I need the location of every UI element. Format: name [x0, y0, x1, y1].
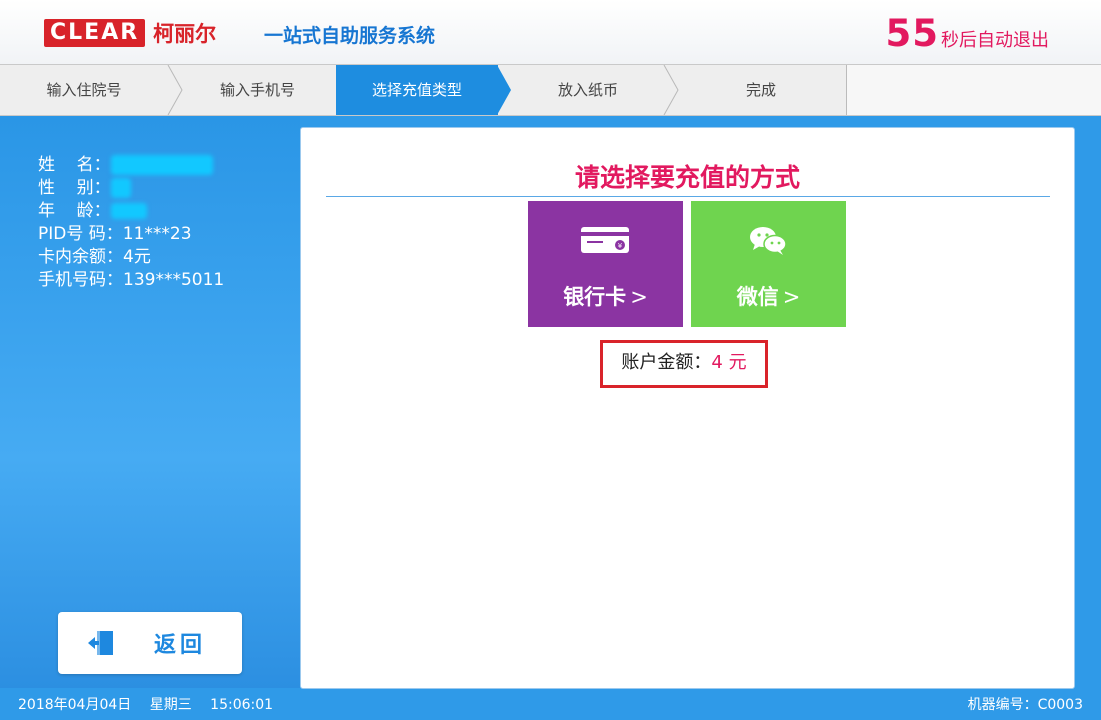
- step-complete: 完成: [745, 81, 776, 99]
- step-bar-filler: [846, 65, 1101, 115]
- topup-method-panel: 请选择要充值的方式 ¥ 银行卡 > 微信 > 账户金额：4 元: [300, 127, 1075, 689]
- logo-mark: CLEAR: [44, 19, 146, 47]
- wechat-icon: [750, 227, 787, 255]
- brand-logo: CLEAR 柯丽尔: [44, 19, 216, 47]
- step-insert-cash: 放入纸币: [557, 81, 618, 99]
- auto-exit-countdown: 55 秒后自动退出: [886, 12, 1050, 55]
- patient-phone-row: 手机号码：139***5011: [38, 269, 224, 292]
- patient-phone-label: 手机号码：: [38, 270, 123, 290]
- countdown-seconds: 55: [885, 12, 939, 55]
- card-balance-value: 4元: [123, 247, 151, 267]
- account-balance-box: 账户金额：4 元: [600, 340, 768, 388]
- patient-age-label: 年 龄：: [38, 201, 111, 221]
- wechat-text: 微信: [736, 285, 779, 309]
- wechat-option[interactable]: 微信 >: [691, 201, 846, 327]
- redacted-gender: [110, 178, 131, 198]
- patient-age-row: 年 龄：: [38, 200, 147, 223]
- logo-chinese-name: 柯丽尔: [153, 22, 217, 46]
- bank-card-text: 银行卡: [563, 285, 627, 309]
- exit-door-icon: [88, 631, 113, 655]
- patient-gender-row: 性 别：: [38, 177, 131, 200]
- step-enter-admission-number: 输入住院号: [46, 81, 122, 99]
- step-select-topup-type: 选择充值类型: [336, 65, 498, 115]
- footer-datetime: 2018年04月04日 星期三 15:06:01: [18, 694, 287, 714]
- chevron-right-icon: >: [782, 285, 801, 309]
- card-balance-label: 卡内余额：: [38, 247, 123, 267]
- machine-id: 机器编号：C0003: [967, 697, 1083, 713]
- title-divider: [326, 196, 1050, 197]
- bank-card-option[interactable]: ¥ 银行卡 >: [528, 201, 683, 327]
- patient-phone-value: 139***5011: [123, 270, 225, 290]
- svg-text:¥: ¥: [618, 242, 623, 250]
- footer-time: 15:06:01: [210, 697, 274, 713]
- app-header: CLEAR 柯丽尔 一站式自助服务系统 55 秒后自动退出: [0, 0, 1101, 64]
- patient-pid-row: PID号 码：11***23: [38, 223, 192, 246]
- patient-name-row: 姓 名：: [38, 154, 213, 177]
- patient-name-label: 姓 名：: [38, 155, 111, 175]
- countdown-text: 秒后自动退出: [941, 30, 1049, 51]
- patient-gender-label: 性 别：: [38, 178, 111, 198]
- bank-card-option-label: 银行卡 >: [528, 281, 683, 311]
- card-balance-row: 卡内余额：4元: [38, 246, 151, 269]
- redacted-age: [110, 203, 147, 219]
- patient-info-panel: 姓 名： 性 别： 年 龄： PID号 码：11***23 卡内余额：4元 手机…: [0, 116, 300, 688]
- redacted-name: [110, 155, 213, 175]
- account-balance-value: 4 元: [711, 352, 747, 373]
- bank-card-icon: ¥: [581, 227, 629, 253]
- footer-weekday: 星期三: [149, 697, 192, 713]
- step-progress-bar: 输入住院号 输入手机号 选择充值类型 放入纸币 完成: [0, 64, 1101, 116]
- patient-pid-label: PID号 码：: [38, 224, 123, 244]
- system-title: 一站式自助服务系统: [264, 25, 436, 47]
- chevron-right-icon: >: [630, 285, 648, 309]
- account-balance-label: 账户金额：: [621, 352, 712, 373]
- page-title: 请选择要充值的方式: [574, 163, 800, 192]
- back-button-label: 返回: [154, 633, 207, 658]
- footer-date: 2018年04月04日: [18, 697, 132, 713]
- patient-pid-value: 11***23: [122, 224, 192, 244]
- step-enter-phone: 输入手机号: [219, 81, 295, 99]
- back-button[interactable]: 返回: [58, 612, 242, 674]
- wechat-option-label: 微信 >: [691, 281, 846, 311]
